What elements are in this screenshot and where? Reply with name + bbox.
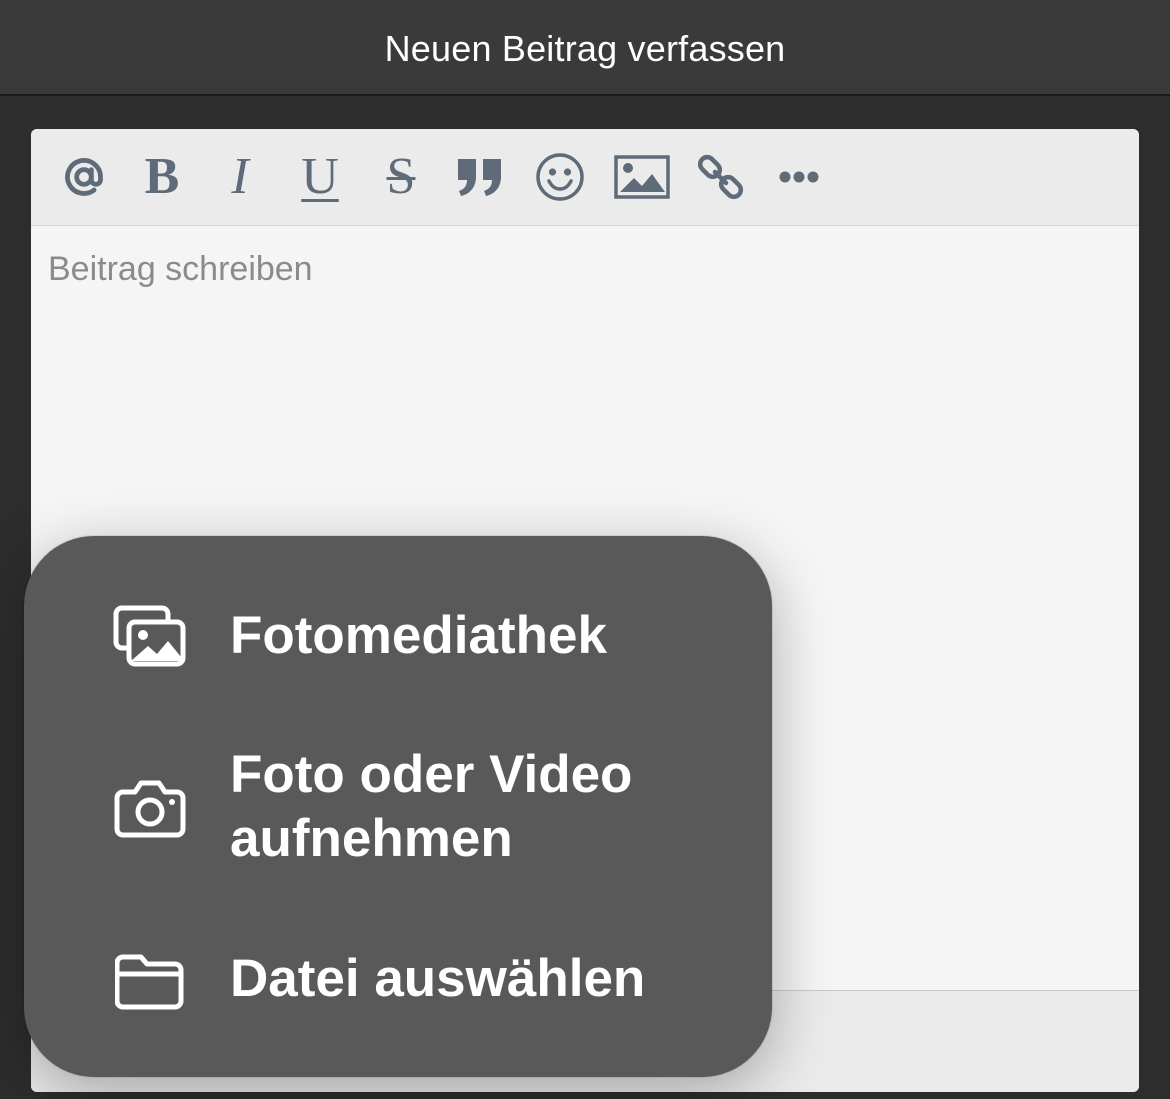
menu-label-choose-file: Datei auswählen bbox=[230, 949, 646, 1008]
camera-icon bbox=[112, 773, 188, 843]
italic-button[interactable]: I bbox=[210, 149, 270, 205]
menu-item-photo-library[interactable]: Fotomediathek bbox=[24, 598, 772, 678]
page-title: Neuen Beitrag verfassen bbox=[384, 28, 786, 69]
more-button[interactable] bbox=[770, 149, 830, 205]
quote-icon bbox=[458, 159, 501, 196]
underline-icon: U bbox=[301, 148, 339, 205]
smiley-icon bbox=[536, 153, 584, 201]
attachment-menu: Fotomediathek Foto oder Video aufnehmen … bbox=[24, 536, 772, 1077]
placeholder-text: Beitrag schreiben bbox=[48, 250, 313, 288]
image-button[interactable] bbox=[612, 149, 672, 205]
at-icon bbox=[65, 158, 103, 196]
italic-icon: I bbox=[231, 148, 249, 205]
menu-label-photo-library: Fotomediathek bbox=[230, 606, 607, 665]
strikethrough-button[interactable]: S bbox=[371, 149, 431, 205]
mention-button[interactable] bbox=[54, 149, 114, 205]
ellipsis-icon bbox=[779, 171, 819, 183]
menu-label-camera: Foto oder Video aufnehmen bbox=[230, 745, 633, 868]
title-bar: Neuen Beitrag verfassen bbox=[0, 0, 1170, 96]
underline-button[interactable]: U bbox=[290, 149, 350, 205]
editor-toolbar: B I U S bbox=[31, 129, 1139, 226]
menu-item-camera[interactable]: Foto oder Video aufnehmen bbox=[24, 740, 772, 880]
link-icon bbox=[697, 154, 744, 200]
link-button[interactable] bbox=[691, 149, 751, 205]
emoji-button[interactable] bbox=[530, 149, 590, 205]
quote-button[interactable] bbox=[450, 149, 510, 205]
image-icon bbox=[614, 155, 670, 199]
menu-item-choose-file[interactable]: Datei auswählen bbox=[24, 943, 772, 1023]
strikethrough-icon: S bbox=[386, 148, 416, 205]
bold-button[interactable]: B bbox=[132, 149, 192, 205]
folder-icon bbox=[112, 947, 188, 1017]
bold-icon: B bbox=[144, 148, 180, 205]
photo-library-icon bbox=[112, 601, 188, 671]
